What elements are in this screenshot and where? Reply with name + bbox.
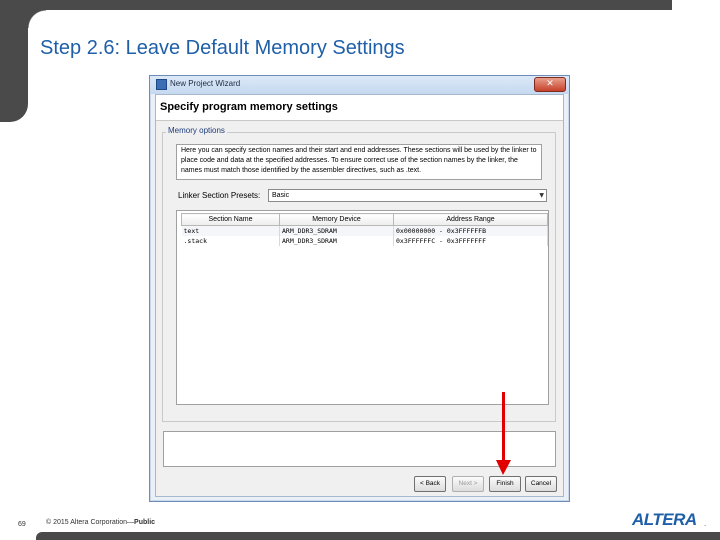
memory-device-cell: ARM_DDR3_SDRAM (279, 235, 394, 246)
copyright-text: © 2015 Altera Corporation— (46, 519, 135, 526)
annotation-arrow-head (496, 460, 511, 475)
memory-sections-table: Section Name Memory Device Address Range… (181, 213, 548, 246)
copyright-notice: © 2015 Altera Corporation—Public (46, 519, 155, 526)
linker-presets-value: Basic (272, 192, 290, 199)
slide-side-tab (0, 0, 28, 122)
linker-presets-select[interactable]: Basic ▼ (268, 189, 547, 202)
slide-bottom-bar (36, 532, 720, 540)
table-header-row: Section Name Memory Device Address Range (181, 213, 548, 226)
altera-logo: ALTERA . (632, 510, 707, 529)
memory-sections-table-container[interactable]: Section Name Memory Device Address Range… (176, 210, 549, 405)
page-number: 69 (18, 521, 26, 528)
wizard-page-header: Specify program memory settings (156, 95, 563, 121)
section-name-cell: .stack (181, 235, 280, 246)
window-title: New Project Wizard (170, 79, 241, 88)
slide-corner-curve (28, 10, 46, 28)
logo-wordmark: ALTERA (632, 510, 697, 529)
annotation-arrow-shaft (502, 392, 505, 462)
app-icon (156, 79, 167, 90)
chevron-down-icon[interactable]: ▼ (539, 190, 544, 201)
address-range-cell: 0x00000000 - 0x3FFFFFFB (393, 225, 548, 236)
slide-title: Step 2.6: Leave Default Memory Settings (40, 37, 405, 59)
logo-dot: . (704, 519, 707, 528)
column-header-memory-device[interactable]: Memory Device (279, 213, 394, 226)
table-row[interactable]: text ARM_DDR3_SDRAM 0x00000000 - 0x3FFFF… (181, 225, 548, 236)
cancel-button[interactable]: Cancel (525, 476, 557, 492)
column-header-address-range[interactable]: Address Range (393, 213, 548, 226)
section-name-cell: text (181, 225, 280, 236)
page-heading: Specify program memory settings (160, 101, 338, 113)
memory-device-cell: ARM_DDR3_SDRAM (279, 225, 394, 236)
address-range-cell: 0x3FFFFFFC - 0x3FFFFFFF (393, 235, 548, 246)
copyright-classification: Public (134, 519, 156, 526)
finish-button[interactable]: Finish (489, 476, 521, 492)
table-row[interactable]: .stack ARM_DDR3_SDRAM 0x3FFFFFFC - 0x3FF… (181, 235, 548, 246)
back-button[interactable]: < Back (414, 476, 446, 492)
new-project-wizard-window: New Project Wizard ✕ Specify program mem… (149, 75, 570, 502)
window-titlebar[interactable]: New Project Wizard ✕ (150, 76, 569, 94)
linker-presets-label: Linker Section Presets: (178, 191, 261, 200)
info-text-box: Here you can specify section names and t… (176, 144, 542, 180)
close-icon[interactable]: ✕ (534, 77, 566, 92)
slide-top-bar (0, 0, 672, 10)
next-button[interactable]: Next > (452, 476, 484, 492)
memory-options-label: Memory options (166, 126, 227, 135)
column-header-section-name[interactable]: Section Name (181, 213, 280, 226)
